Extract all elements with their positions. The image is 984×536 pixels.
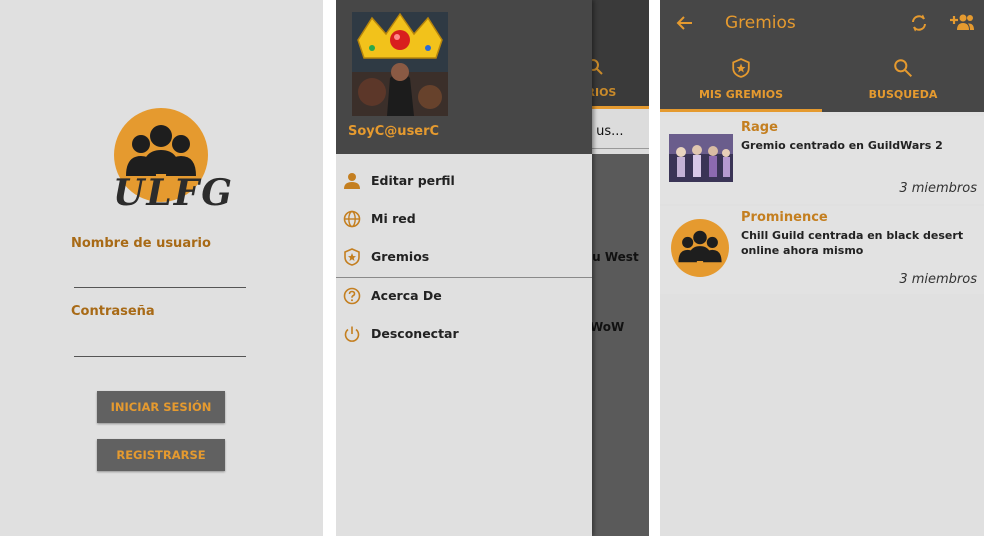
register-button[interactable]: REGISTRARSE — [97, 439, 225, 471]
refresh-icon[interactable] — [910, 13, 928, 33]
menu-item-logout[interactable]: Desconectar — [336, 315, 592, 353]
drawer-screen: ARIOS e us... eu West WoW SoyC@userC Edi… — [336, 0, 649, 536]
guild-image — [669, 134, 733, 182]
guild-name: Prominence — [741, 210, 828, 225]
menu-item-label: Editar perfil — [371, 173, 455, 188]
back-arrow-icon[interactable] — [676, 14, 694, 32]
guild-description: Gremio centrado en GuildWars 2 — [741, 139, 943, 152]
background-text: eu West — [584, 250, 639, 264]
guild-members: 3 miembros — [899, 181, 977, 196]
menu-item-edit-profile[interactable]: Editar perfil — [336, 162, 592, 200]
login-button[interactable]: INICIAR SESIÓN — [97, 391, 225, 423]
shield-star-icon — [344, 248, 360, 266]
power-icon — [344, 326, 360, 342]
background-screen: ARIOS e us... eu West WoW — [578, 0, 649, 536]
app-bar: Gremios MIS GREMIOS BUSQUEDA — [660, 0, 984, 112]
password-label: Contraseña — [71, 304, 155, 319]
drawer-username: SoyC@userC — [348, 124, 440, 139]
menu-item-my-network[interactable]: Mi red — [336, 200, 592, 238]
shield-star-icon — [732, 58, 750, 78]
menu-item-label: Mi red — [371, 211, 416, 226]
guild-card[interactable]: Prominence Chill Guild centrada en black… — [660, 206, 984, 294]
avatar[interactable] — [352, 12, 448, 116]
guilds-screen: Gremios MIS GREMIOS BUSQUEDA Rage Gremio… — [660, 0, 984, 536]
guild-members: 3 miembros — [899, 272, 977, 287]
menu-item-about[interactable]: Acerca De — [336, 277, 592, 315]
username-label: Nombre de usuario — [71, 236, 211, 251]
password-field[interactable] — [74, 356, 246, 357]
username-field[interactable] — [74, 287, 246, 288]
guild-card[interactable]: Rage Gremio centrado en GuildWars 2 3 mi… — [660, 116, 984, 204]
guild-description: Chill Guild centrada en black desert onl… — [741, 229, 964, 257]
menu-item-label: Gremios — [371, 249, 430, 264]
logo-text: ULFG — [113, 172, 235, 214]
menu-item-label: Acerca De — [371, 288, 442, 303]
page-title: Gremios — [725, 13, 796, 33]
group-icon — [678, 230, 722, 263]
menu-item-label: Desconectar — [371, 326, 459, 341]
tab-label: MIS GREMIOS — [698, 88, 784, 101]
guild-image — [671, 219, 729, 277]
login-screen: ULFG Nombre de usuario Contraseña INICIA… — [0, 0, 323, 536]
tab-my-guilds[interactable]: MIS GREMIOS — [660, 54, 822, 112]
globe-icon — [343, 210, 361, 228]
help-circle-icon — [343, 287, 361, 305]
guild-name: Rage — [741, 120, 778, 135]
navigation-drawer: SoyC@userC Editar perfil Mi red Gremios — [336, 0, 592, 536]
background-text: WoW — [590, 320, 625, 334]
person-icon — [344, 173, 360, 189]
tab-indicator — [660, 109, 822, 112]
drawer-header: SoyC@userC — [336, 0, 592, 154]
add-group-icon[interactable] — [949, 13, 975, 31]
tab-search[interactable]: BUSQUEDA — [822, 54, 984, 112]
tab-label: BUSQUEDA — [868, 88, 938, 101]
menu-item-guilds[interactable]: Gremios — [336, 238, 592, 276]
search-icon — [894, 59, 913, 78]
